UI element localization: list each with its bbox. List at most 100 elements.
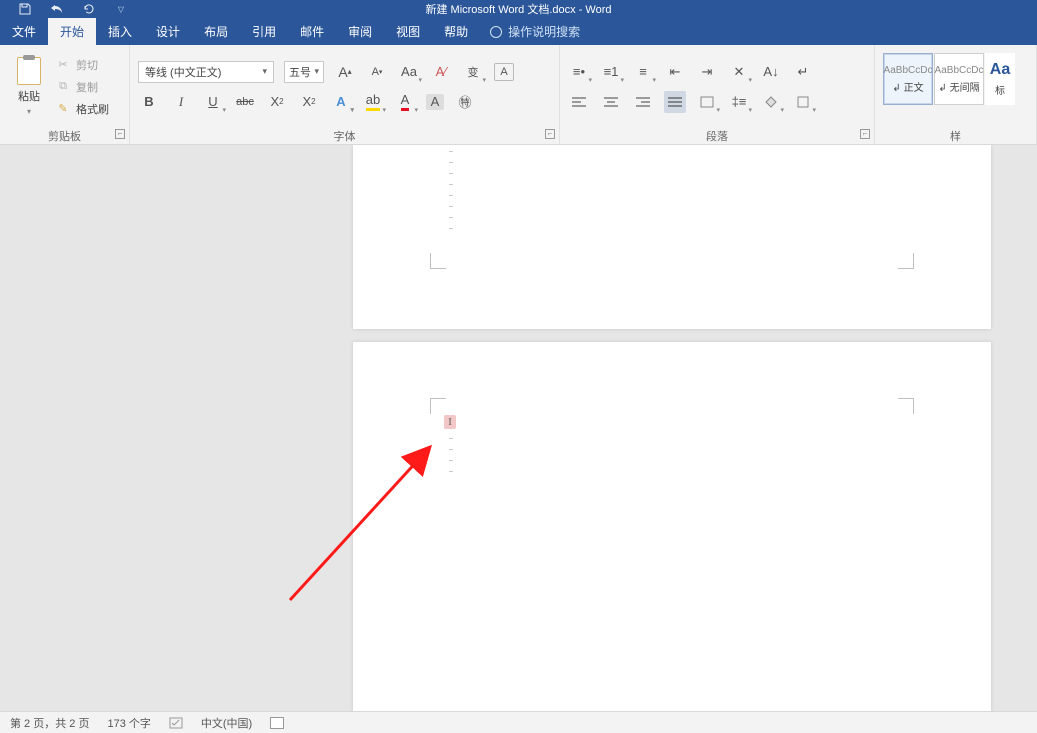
status-spellcheck-icon[interactable] [169,717,183,729]
group-paragraph: ≡• ≡1 ≡ ⇤ ⇥ ✕ A↓ ↵ [560,45,875,144]
italic-button[interactable]: I [170,91,192,113]
align-justify-button[interactable] [664,91,686,113]
text-cursor-icon: I [444,415,456,429]
increase-indent-button[interactable]: ⇥ [696,61,718,83]
character-border-button[interactable]: A [494,63,514,81]
style-heading[interactable]: Aa 标 [985,53,1015,105]
tab-view[interactable]: 视图 [384,18,432,45]
clipboard-launcher-icon[interactable]: ⌐ [115,129,125,139]
redo-icon[interactable] [82,2,96,16]
multilevel-list-button[interactable]: ≡ [632,61,654,83]
grow-font-button[interactable]: A▴ [334,61,356,83]
status-word-count[interactable]: 173 个字 [107,715,150,731]
line-spacing-button[interactable]: ‡≡ [728,91,750,113]
format-painter-label: 格式刷 [76,101,109,117]
tab-references[interactable]: 引用 [240,18,288,45]
tell-me-search[interactable]: 操作说明搜索 [480,18,580,45]
tab-design[interactable]: 设计 [144,18,192,45]
font-name-combo[interactable]: 等线 (中文正文) ▾ [138,61,274,83]
copy-button[interactable]: ⧉ 复制 [56,79,109,95]
chevron-down-icon: ▾ [262,66,267,77]
align-right-button[interactable] [632,91,654,113]
phonetic-guide-button[interactable]: 变 [462,61,484,83]
window-title: 新建 Microsoft Word 文档.docx - Word [425,1,611,17]
text-effects-button[interactable]: A [330,91,352,113]
cut-button[interactable]: ✂ 剪切 [56,57,109,73]
align-center-button[interactable] [600,91,622,113]
style-name-normal: ↲ 正文 [892,79,923,94]
bold-button[interactable]: B [138,91,160,113]
copy-icon: ⧉ [56,81,70,93]
style-normal[interactable]: AaBbCcDc ↲ 正文 [883,53,933,105]
underline-button[interactable]: U [202,91,224,113]
enclose-characters-button[interactable]: ㊕ [454,91,476,113]
margin-corner-icon [898,253,914,269]
tab-review[interactable]: 审阅 [336,18,384,45]
character-shading-button[interactable]: A [426,94,444,110]
style-sample: Aa [990,61,1010,79]
status-page[interactable]: 第 2 页，共 2 页 [10,715,89,731]
cut-label: 剪切 [76,57,98,73]
font-color-button[interactable]: A [394,91,416,113]
page-2[interactable]: I [353,342,991,711]
format-painter-button[interactable]: ✎ 格式刷 [56,101,109,117]
style-sample: AaBbCcDc [935,65,984,76]
status-macro-icon[interactable] [270,717,284,729]
page-1[interactable] [353,145,991,329]
tab-layout[interactable]: 布局 [192,18,240,45]
font-name-value: 等线 (中文正文) [145,64,221,80]
chevron-down-icon: ▾ [314,66,319,77]
decrease-indent-button[interactable]: ⇤ [664,61,686,83]
lightbulb-icon [490,26,502,38]
group-font: 等线 (中文正文) ▾ 五号 ▾ A▴ A▾ Aa A⁄ 变 A B [130,45,560,144]
distribute-button[interactable] [696,91,718,113]
brush-icon: ✎ [56,103,70,115]
status-bar: 第 2 页，共 2 页 173 个字 中文(中国) [0,711,1037,733]
font-launcher-icon[interactable]: ⌐ [545,129,555,139]
tab-home[interactable]: 开始 [48,18,96,45]
tab-mailings[interactable]: 邮件 [288,18,336,45]
font-size-value: 五号 [289,64,311,80]
clipboard-group-label: 剪贴板 ⌐ [0,128,129,144]
style-sample: AaBbCcDc [884,65,933,76]
ribbon-tabs: 文件 开始 插入 设计 布局 引用 邮件 审阅 视图 帮助 操作说明搜索 [0,18,1037,45]
save-icon[interactable] [18,2,32,16]
style-no-spacing[interactable]: AaBbCcDc ↲ 无间隔 [934,53,984,105]
asian-layout-button[interactable]: ✕ [728,61,750,83]
tab-file[interactable]: 文件 [0,18,48,45]
font-group-label: 字体 ⌐ [130,128,559,144]
font-size-combo[interactable]: 五号 ▾ [284,61,324,83]
group-styles: AaBbCcDc ↲ 正文 AaBbCcDc ↲ 无间隔 Aa 标 样 [875,45,1037,144]
tab-insert[interactable]: 插入 [96,18,144,45]
shrink-font-button[interactable]: A▾ [366,61,388,83]
show-marks-button[interactable]: ↵ [792,61,814,83]
scissors-icon: ✂ [56,59,70,71]
clear-formatting-button[interactable]: A⁄ [430,61,452,83]
highlight-button[interactable]: ab [362,91,384,113]
superscript-button[interactable]: X2 [298,91,320,113]
margin-corner-icon [430,253,446,269]
document-canvas[interactable]: I [0,145,1037,711]
tab-help[interactable]: 帮助 [432,18,480,45]
borders-button[interactable] [792,91,814,113]
paste-icon [17,57,41,85]
margin-corner-icon [430,398,446,414]
paragraph-launcher-icon[interactable]: ⌐ [860,129,870,139]
align-left-button[interactable] [568,91,590,113]
change-case-button[interactable]: Aa [398,61,420,83]
bullets-button[interactable]: ≡• [568,61,590,83]
shading-button[interactable] [760,91,782,113]
styles-group-label: 样 [875,128,1036,144]
strikethrough-button[interactable]: abc [234,91,256,113]
subscript-button[interactable]: X2 [266,91,288,113]
ribbon: 粘贴 ▾ ✂ 剪切 ⧉ 复制 ✎ 格式刷 剪贴板 ⌐ [0,45,1037,145]
undo-icon[interactable] [50,2,64,16]
tell-me-label: 操作说明搜索 [508,23,580,40]
qat-customize-icon[interactable]: ▽ [114,2,128,16]
paste-label: 粘贴 [18,88,40,104]
paste-button[interactable]: 粘贴 ▾ [8,52,50,122]
status-language[interactable]: 中文(中国) [201,715,252,731]
sort-button[interactable]: A↓ [760,61,782,83]
group-clipboard: 粘贴 ▾ ✂ 剪切 ⧉ 复制 ✎ 格式刷 剪贴板 ⌐ [0,45,130,144]
numbering-button[interactable]: ≡1 [600,61,622,83]
